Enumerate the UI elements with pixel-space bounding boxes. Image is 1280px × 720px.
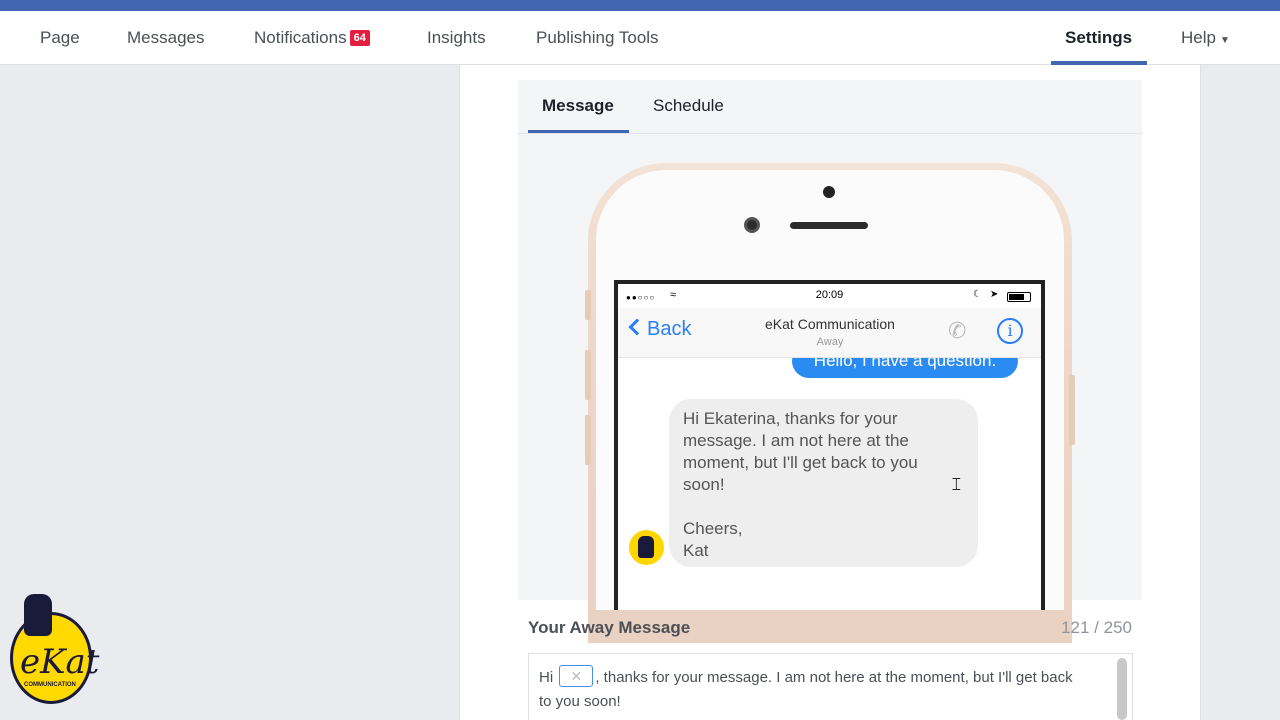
nav-insights-label: Insights [427,28,486,47]
cat-icon [638,536,654,558]
incoming-message-bubble: Hi Ekaterina, thanks for your message. I… [669,399,978,567]
phone-side-button [585,350,591,400]
phone-sensor [823,186,835,198]
phone-side-button [1069,375,1075,445]
logo-text: eKat [20,642,100,682]
top-brand-strip [0,0,1280,11]
nav-publishing-tools-label: Publishing Tools [536,28,659,47]
avatar [629,530,664,565]
phone-call-icon: ✆ [948,318,967,343]
nav-page[interactable]: Page [40,11,80,65]
chat-status: Away [816,336,844,348]
phone-side-button [585,415,591,465]
first-name-token[interactable]: ✕ [559,665,594,688]
phone-status-bar: ●●○○○ ≈ 20:09 ☾ ➤ [618,284,1041,308]
editor-tabs: Message Schedule [518,80,1142,134]
caret-down-icon: ▼ [1219,35,1230,46]
nav-help-label: Help [1181,28,1216,47]
nav-page-label: Page [40,28,80,47]
character-count: 121 / 250 [1061,618,1132,637]
back-button[interactable]: Back [627,318,691,341]
nav-insights[interactable]: Insights [427,11,486,65]
scrollbar[interactable] [1117,658,1127,720]
phone-side-button [585,290,591,320]
away-text-start: Hi [539,669,554,686]
chat-name: eKat Communication [765,316,895,332]
nav-notifications[interactable]: Notifications 64 [254,11,370,65]
nav-messages[interactable]: Messages [127,11,204,65]
location-arrow-icon: ➤ [990,289,999,300]
battery-icon [1007,292,1031,302]
nav-settings-label: Settings [1065,28,1133,47]
phone-speaker [790,222,868,229]
tab-message[interactable]: Message [542,80,614,134]
moon-icon: ☾ [973,289,982,300]
tab-schedule[interactable]: Schedule [653,80,724,134]
away-message-input[interactable]: Hi ✕, thanks for your message. I am not … [528,653,1133,720]
close-icon[interactable]: ✕ [570,668,582,684]
phone-front-camera [744,217,760,233]
text-cursor-icon: 𝙸 [950,474,963,494]
logo-subtext: COMMUNICATION [24,682,76,688]
info-icon: i [997,318,1023,344]
nav-help[interactable]: Help ▼ [1181,11,1230,65]
nav-notifications-label: Notifications [254,28,347,47]
away-message-label: Your Away Message [528,618,691,637]
nav-settings[interactable]: Settings [1065,11,1132,65]
chevron-left-icon [628,318,646,336]
notifications-badge: 64 [349,29,370,46]
ekat-logo: eKat COMMUNICATION [8,592,100,712]
nav-messages-label: Messages [127,28,205,47]
tab-active-underline [528,130,629,133]
cat-icon [24,594,52,636]
back-label: Back [647,318,692,340]
page-navbar: Page Messages Notifications 64 Insights P… [0,11,1280,65]
nav-publishing-tools[interactable]: Publishing Tools [536,11,659,65]
away-text-rest: , thanks for your message. I am not here… [539,669,1073,710]
